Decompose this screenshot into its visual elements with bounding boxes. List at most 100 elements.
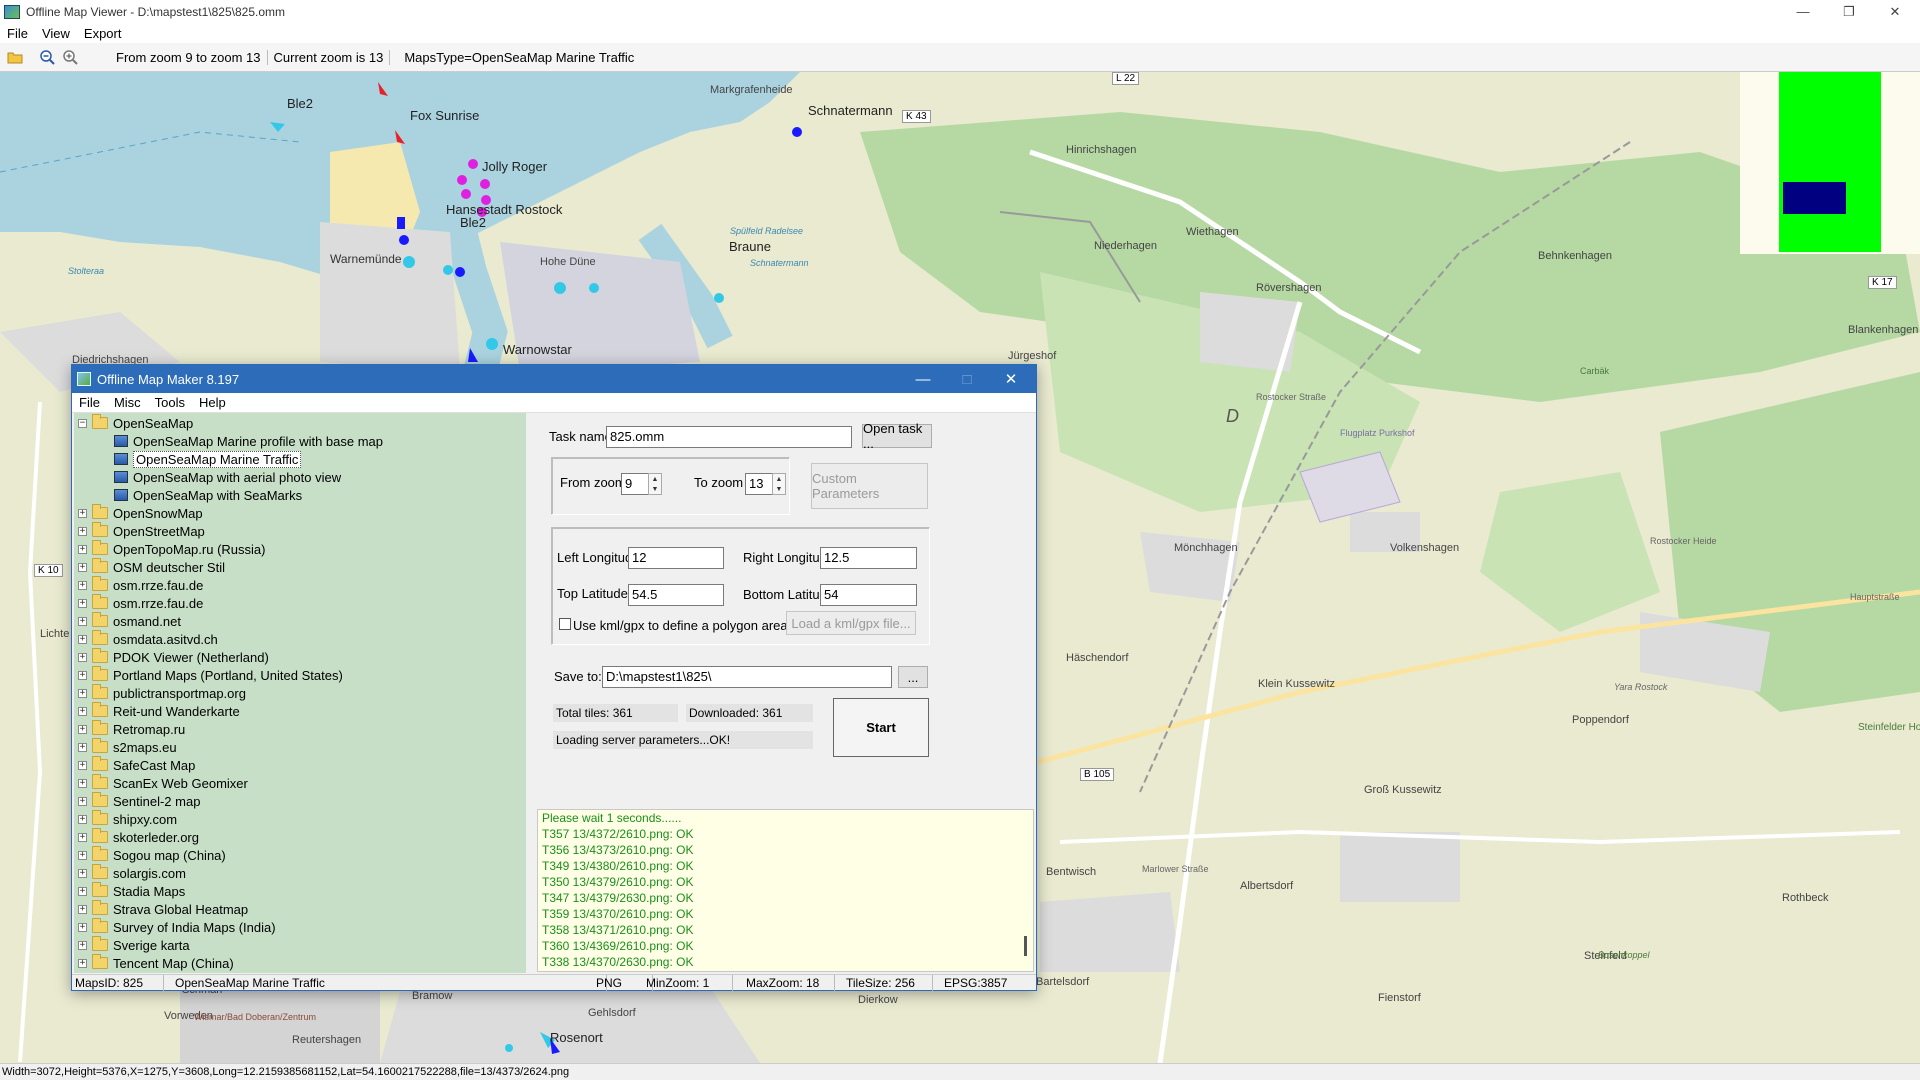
start-button[interactable]: Start [833,698,929,757]
expand-icon[interactable]: + [78,778,87,788]
menu-export[interactable]: Export [77,26,129,41]
right-longitude-input[interactable]: 12.5 [820,547,917,569]
expand-icon[interactable]: + [78,670,87,680]
top-latitude-input[interactable]: 54.5 [628,584,724,606]
tree-folder[interactable]: + Strava Global Heatmap [78,900,248,918]
expand-icon[interactable]: + [78,904,87,914]
expand-icon[interactable]: + [78,886,87,896]
collapse-icon[interactable]: − [78,418,87,428]
tree-folder[interactable]: + Stadia Maps [78,882,185,900]
dialog-minimize-button[interactable]: — [901,365,945,393]
menu-view[interactable]: View [35,26,77,41]
open-folder-icon[interactable] [5,47,25,67]
open-task-button[interactable]: Open task ... [862,421,932,451]
expand-icon[interactable]: + [78,688,87,698]
expand-icon[interactable]: + [78,958,87,968]
tree-folder[interactable]: + Portland Maps (Portland, United States) [78,666,343,684]
expand-icon[interactable]: + [78,742,87,752]
expand-icon[interactable]: + [78,544,87,554]
expand-icon[interactable]: + [78,868,87,878]
tree-folder[interactable]: + skoterleder.org [78,828,199,846]
left-longitude-input[interactable]: 12 [628,547,724,569]
zoom-out-icon[interactable] [37,47,57,67]
expand-icon[interactable]: + [78,706,87,716]
from-zoom-input[interactable]: 9 [621,473,649,495]
road-shield: K 43 [902,110,931,123]
tree-folder[interactable]: + shipxy.com [78,810,177,828]
tree-folder[interactable]: + osmand.net [78,612,181,630]
expand-icon[interactable]: + [78,796,87,806]
tree-folder[interactable]: + ScanEx Web Geomixer [78,774,248,792]
road-shield: K 17 [1868,276,1897,289]
expand-icon[interactable]: + [78,634,87,644]
tree-folder[interactable]: + OSM deutscher Stil [78,558,225,576]
expand-icon[interactable]: + [78,616,87,626]
expand-icon[interactable]: + [78,724,87,734]
expand-icon[interactable]: + [78,508,87,518]
tree-folder[interactable]: + Sverige karta [78,936,190,954]
minimize-button[interactable]: — [1780,0,1826,23]
expand-icon[interactable]: + [78,850,87,860]
tree-folder[interactable]: + solargis.com [78,864,186,882]
tree-folder[interactable]: + PDOK Viewer (Netherland) [78,648,269,666]
to-zoom-input[interactable]: 13 [745,473,773,495]
tree-folder[interactable]: + OpenSnowMap [78,504,203,522]
log-scrollbar[interactable] [1024,936,1027,956]
save-path-input[interactable]: D:\mapstest1\825\ [602,666,892,688]
map-source-tree[interactable]: − OpenSeaMap OpenSeaMap Marine profile w… [74,413,526,973]
tree-item[interactable]: OpenSeaMap with aerial photo view [114,468,341,486]
tree-folder[interactable]: + osm.rrze.fau.de [78,594,203,612]
tree-folder[interactable]: + OpenTopoMap.ru (Russia) [78,540,265,558]
to-zoom-stepper[interactable]: ▲ ▼ [772,473,786,495]
tree-folder[interactable]: + Sogou map (China) [78,846,226,864]
tree-folder[interactable]: + osm.rrze.fau.de [78,576,203,594]
bottom-latitude-input[interactable]: 54 [820,584,917,606]
tree-item[interactable]: OpenSeaMap Marine profile with base map [114,432,383,450]
tree-folder[interactable]: + osmdata.asitvd.ch [78,630,218,648]
dialog-menu-file[interactable]: File [72,395,107,410]
dialog-menu-misc[interactable]: Misc [107,395,148,410]
tree-folder[interactable]: + publictransportmap.org [78,684,246,702]
custom-parameters-button[interactable]: Custom Parameters [811,463,928,509]
load-kml-button[interactable]: Load a kml/gpx file... [786,611,916,635]
dialog-title-bar: Offline Map Maker 8.197 — □ ✕ [72,365,1036,393]
browse-button[interactable]: ... [898,666,928,688]
dialog-menu-help[interactable]: Help [192,395,233,410]
expand-icon[interactable]: + [78,526,87,536]
tree-folder[interactable]: + SafeCast Map [78,756,195,774]
tree-item[interactable]: OpenSeaMap with SeaMarks [114,486,302,504]
restore-button[interactable]: ❐ [1826,0,1872,23]
expand-icon[interactable]: + [78,760,87,770]
expand-icon[interactable]: + [78,562,87,572]
zoom-in-icon[interactable] [60,47,80,67]
from-zoom-stepper[interactable]: ▲ ▼ [648,473,662,495]
tree-folder[interactable]: + Reit-und Wanderkarte [78,702,240,720]
minimap-viewport[interactable] [1783,182,1846,214]
tree-folder[interactable]: + Retromap.ru [78,720,185,738]
tree-item-selected[interactable]: OpenSeaMap Marine Traffic [114,450,302,468]
expand-icon[interactable]: + [78,940,87,950]
tree-folder[interactable]: + s2maps.eu [78,738,177,756]
menu-file[interactable]: File [0,26,35,41]
expand-icon[interactable]: + [78,652,87,662]
expand-icon[interactable]: + [78,832,87,842]
expand-icon[interactable]: + [78,922,87,932]
place-label: Reutershagen [292,1034,362,1046]
place-label: Groß Kussewitz [1364,784,1442,796]
dialog-maximize-button[interactable]: □ [945,365,989,393]
expand-icon[interactable]: + [78,598,87,608]
tree-folder[interactable]: + OpenStreetMap [78,522,205,540]
overview-minimap[interactable] [1740,72,1920,254]
close-button[interactable]: ✕ [1872,0,1918,23]
tree-folder[interactable]: + Tencent Map (China) [78,954,234,972]
dialog-close-button[interactable]: ✕ [989,365,1033,393]
kml-polygon-checkbox[interactable] [559,618,571,630]
tree-folder[interactable]: + Survey of India Maps (India) [78,918,276,936]
dialog-menu-tools[interactable]: Tools [148,395,192,410]
expand-icon[interactable]: + [78,814,87,824]
tree-folder[interactable]: + Sentinel-2 map [78,792,200,810]
expand-icon[interactable]: + [78,580,87,590]
download-log[interactable]: Please wait 1 seconds...... T357 13/4372/… [537,809,1034,972]
tree-folder-opensea[interactable]: − OpenSeaMap [78,414,193,432]
task-name-input[interactable]: 825.omm [606,426,852,448]
